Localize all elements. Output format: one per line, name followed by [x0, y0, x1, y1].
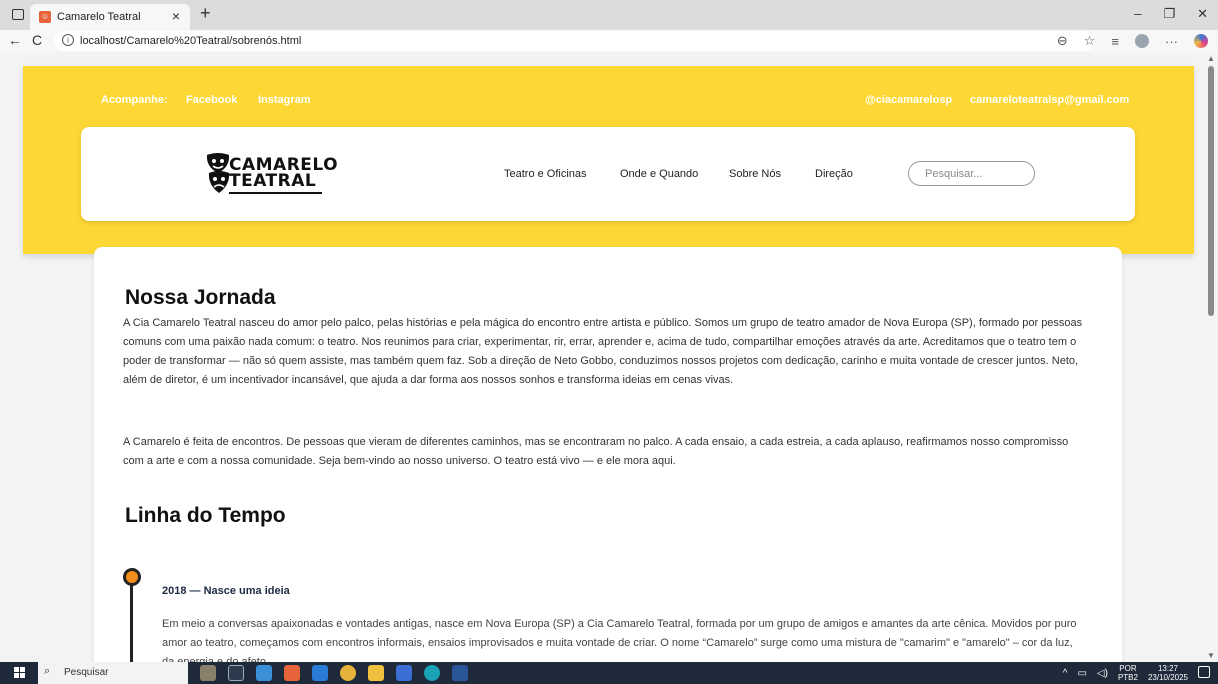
widgets-app-icon[interactable]	[200, 665, 216, 681]
browser-toolbar: ⊖ ☆ ≡ ···	[1057, 33, 1208, 49]
scroll-thumb[interactable]	[1208, 66, 1214, 316]
site-favicon-icon: ☺	[39, 11, 51, 23]
logo-underline	[229, 192, 322, 194]
tab-title: Camarelo Teatral	[57, 11, 141, 23]
language-code: POR	[1119, 664, 1137, 673]
maximize-button[interactable]: ❐	[1163, 6, 1175, 22]
clock-date: 23/10/2025	[1147, 673, 1188, 682]
notifications-icon[interactable]	[1198, 666, 1210, 678]
follow-label: Acompanhe:	[101, 94, 168, 106]
jornada-heading: Nossa Jornada	[125, 286, 276, 309]
site-info-icon[interactable]: i	[62, 34, 74, 46]
reader-mode-icon[interactable]: ⊖	[1057, 33, 1068, 49]
window-controls: – ❐ ✕	[1134, 6, 1208, 22]
remote-desktop-icon[interactable]	[396, 665, 412, 681]
edge-browser-icon[interactable]	[424, 665, 440, 681]
scroll-up-arrow-icon[interactable]: ▲	[1207, 54, 1215, 63]
timeline-heading: Linha do Tempo	[125, 504, 286, 527]
site-logo[interactable]: CAMARELO TEATRAL	[205, 151, 338, 199]
tray-overflow-icon[interactable]: ^	[1063, 668, 1068, 679]
jornada-paragraph-1: A Cia Camarelo Teatral nasceu do amor pe…	[123, 317, 1083, 386]
search-input[interactable]	[908, 161, 1035, 186]
main-navigation: CAMARELO TEATRAL Teatro e Oficinas Onde …	[81, 127, 1135, 221]
chrome-icon[interactable]	[340, 665, 356, 681]
content-card: Nossa Jornada A Cia Camarelo Teatral nas…	[94, 247, 1122, 662]
page-viewport: Acompanhe: Facebook Instagram @ciacamare…	[0, 52, 1218, 662]
vscode-icon[interactable]	[312, 665, 328, 681]
windows-start-icon[interactable]	[14, 667, 26, 679]
browser-tab[interactable]: ☺ Camarelo Teatral ×	[30, 4, 190, 30]
timeline-event-text: Em meio a conversas apaixonadas e vontad…	[162, 618, 1077, 662]
favorites-list-icon[interactable]: ≡	[1111, 34, 1119, 49]
scroll-down-arrow-icon[interactable]: ▼	[1207, 651, 1215, 660]
taskbar-search[interactable]: ⌕ Pesquisar	[38, 662, 188, 684]
browser-tab-bar: ☺ Camarelo Teatral × + – ❐ ✕	[0, 0, 1218, 30]
volume-icon[interactable]: ◁)	[1097, 668, 1108, 679]
close-tab-icon[interactable]: ×	[172, 8, 180, 24]
clock-time: 13:27	[1157, 664, 1178, 673]
url-text[interactable]: localhost/Camarelo%20Teatral/sobrenós.ht…	[80, 35, 301, 47]
url-field[interactable]: i localhost/Camarelo%20Teatral/sobrenós.…	[54, 31, 1094, 51]
keyboard-layout: PTB2	[1117, 673, 1138, 682]
nav-onde-quando[interactable]: Onde e Quando	[620, 168, 698, 180]
tab-actions-icon[interactable]	[12, 9, 24, 20]
new-tab-button[interactable]: +	[200, 3, 211, 24]
instagram-link[interactable]: Instagram	[258, 94, 311, 106]
instagram-handle-link[interactable]: @ciacamarelosp	[865, 94, 952, 106]
minimize-button[interactable]: –	[1134, 6, 1141, 22]
back-button[interactable]: ←	[8, 32, 22, 48]
page-scrollbar[interactable]: ▲ ▼	[1204, 52, 1218, 662]
email-link[interactable]: camareloteatralsp@gmail.com	[970, 94, 1129, 106]
nav-direcao[interactable]: Direção	[815, 168, 853, 180]
system-tray: ^ ▭ ◁) POR PTB2 13:27 23/10/2025	[1063, 664, 1188, 682]
timeline-dot	[123, 568, 141, 586]
input-language[interactable]: POR PTB2	[1118, 664, 1138, 682]
favorite-star-icon[interactable]: ☆	[1084, 33, 1096, 49]
site-header: Acompanhe: Facebook Instagram @ciacamare…	[23, 66, 1194, 254]
taskbar-search-text: Pesquisar	[64, 667, 109, 678]
address-bar-row: ← C i localhost/Camarelo%20Teatral/sobre…	[0, 30, 1218, 52]
network-icon[interactable]: ▭	[1077, 668, 1086, 679]
profile-avatar-icon[interactable]	[1135, 34, 1149, 48]
search-icon: ⌕	[44, 665, 51, 677]
jornada-paragraph-2: A Camarelo é feita de encontros. De pess…	[123, 436, 1069, 467]
web-app-icon[interactable]	[284, 665, 300, 681]
file-explorer-icon[interactable]	[368, 665, 384, 681]
nav-teatro-oficinas[interactable]: Teatro e Oficinas	[504, 168, 587, 180]
more-menu-icon[interactable]: ···	[1165, 34, 1178, 49]
theater-masks-icon	[206, 153, 230, 193]
nav-sobre-nos[interactable]: Sobre Nós	[729, 168, 781, 180]
store-app-icon[interactable]	[256, 665, 272, 681]
task-view-icon[interactable]	[228, 665, 244, 681]
facebook-link[interactable]: Facebook	[186, 94, 237, 106]
timeline-event-title: 2018 — Nasce uma ideia	[162, 585, 290, 597]
logo-text-line2: TEATRAL	[229, 171, 317, 191]
clock[interactable]: 13:27 23/10/2025	[1148, 664, 1188, 682]
close-window-button[interactable]: ✕	[1197, 6, 1208, 22]
copilot-icon[interactable]	[1194, 34, 1208, 48]
windows-taskbar: ⌕ Pesquisar ^ ▭ ◁) POR PTB2 13:27 23/10/…	[0, 662, 1218, 684]
taskbar-apps	[200, 665, 468, 681]
timeline-line	[130, 577, 133, 662]
reload-button[interactable]: C	[32, 32, 42, 48]
word-app-icon[interactable]	[452, 665, 468, 681]
